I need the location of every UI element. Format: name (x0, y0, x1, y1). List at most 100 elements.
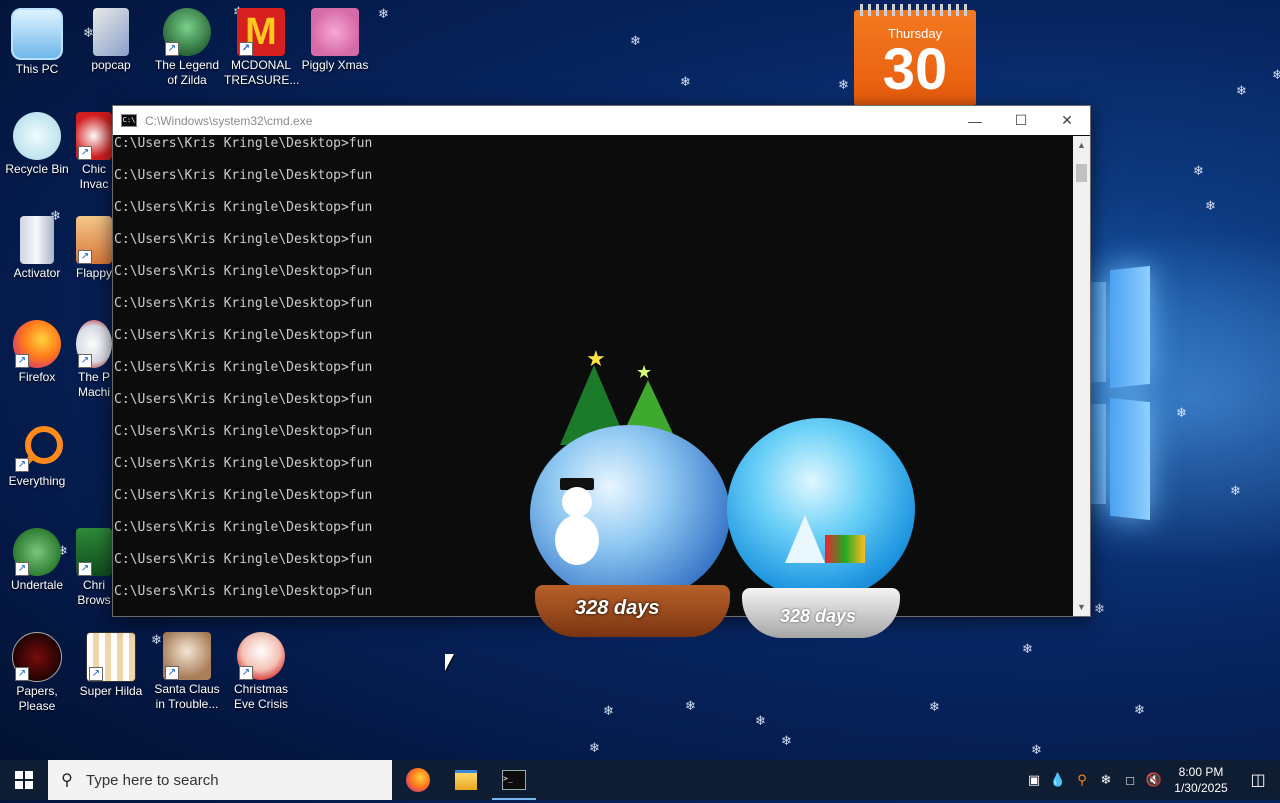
folder-icon (455, 770, 477, 790)
snowflake-icon: ❄ (378, 7, 389, 22)
snowflake-icon: ❄ (680, 75, 691, 90)
pig-icon (311, 8, 359, 56)
clock-time: 8:00 PM (1178, 765, 1224, 779)
undertale-icon: ↗ (13, 528, 61, 576)
desktop-icon-christmas-browser[interactable]: ↗ Chri Brows (74, 528, 114, 608)
tray-droplet-icon[interactable]: 💧 (1046, 772, 1070, 788)
tray-app-icon[interactable]: ▣ (1022, 772, 1046, 788)
popcap-folder-icon (93, 8, 129, 56)
close-button[interactable]: ✕ (1044, 106, 1090, 135)
calendar-gadget[interactable]: Thursday 30 (854, 4, 976, 106)
snowflake-icon: ❄ (838, 78, 849, 93)
cmd-line: C:\Users\Kris Kringle\Desktop>fun (114, 264, 373, 279)
desktop-icon-legend-of-zilda[interactable]: ↗ The Legend of Zilda (150, 8, 224, 88)
taskbar: ⚲ Type here to search >_ ▣ 💧 ⚲ ❄ □ 🔇 8:0… (0, 760, 1280, 800)
desktop-icon-super-hilda[interactable]: ↗ Super Hilda (74, 632, 148, 699)
super-hilda-icon: ↗ (86, 632, 136, 682)
scroll-up-arrow-icon[interactable]: ▲ (1073, 138, 1090, 152)
cmd-app-icon: C:\ (121, 114, 137, 127)
start-button[interactable] (0, 760, 48, 800)
taskbar-file-explorer[interactable] (442, 760, 490, 800)
snowflake-icon: ❄ (589, 741, 600, 756)
desktop-icon-santa-claus-in-trouble[interactable]: ↗ Santa Claus in Trouble... (150, 632, 224, 712)
snowflake-icon: ❄ (603, 704, 614, 719)
santa-face-icon: ↗ (237, 632, 285, 680)
days-counter-right: 328 days (780, 606, 857, 626)
cmd-line: C:\Users\Kris Kringle\Desktop>fun (114, 168, 373, 183)
snowman-head (562, 487, 592, 517)
snowflake-icon: ❄ (1236, 84, 1247, 99)
volume-muted-icon[interactable]: 🔇 (1142, 772, 1166, 788)
snow-globe-right (727, 418, 915, 600)
taskbar-search-box[interactable]: ⚲ Type here to search (48, 760, 392, 800)
mcdonalds-logo-icon: M ↗ (237, 8, 285, 56)
tray-everything-search-icon[interactable]: ⚲ (1070, 772, 1094, 788)
snowflake-icon: ❄ (1205, 199, 1216, 214)
desktop-icon-mcdonald-treasure[interactable]: M ↗ MCDONAL TREASURE... (224, 8, 299, 88)
christmas-tree-icon: ↗ (76, 528, 112, 576)
snowflake-icon: ❄ (685, 699, 696, 714)
snow-globe-left (530, 425, 730, 603)
scroll-down-arrow-icon[interactable]: ▼ (1073, 600, 1090, 614)
star-icon: ★ (636, 362, 653, 382)
firefox-icon (406, 768, 430, 792)
snowflake-icon: ❄ (1094, 602, 1105, 617)
recycle-bin-icon (13, 112, 61, 160)
cmd-scrollbar[interactable]: ▲ ▼ (1073, 136, 1090, 616)
snowflake-icon: ❄ (1272, 68, 1280, 83)
cmd-icon: >_ (502, 770, 526, 790)
desktop-icon-the-p-machine[interactable]: ↗ The P Machi (74, 320, 114, 400)
desktop-icon-everything[interactable]: ↗ Everything (0, 424, 74, 489)
windows-start-icon (15, 771, 33, 789)
cmd-title-bar[interactable]: C:\ C:\Windows\system32\cmd.exe — ☐ ✕ (113, 106, 1090, 135)
snowflake-icon: ❄ (1176, 406, 1187, 421)
gift-boxes-icon (825, 535, 865, 563)
cmd-line: C:\Users\Kris Kringle\Desktop>fun (114, 200, 373, 215)
notification-center-icon[interactable]: ◫ (1236, 770, 1280, 790)
snowflake-icon: ❄ (781, 734, 792, 749)
cmd-line: C:\Users\Kris Kringle\Desktop>fun (114, 136, 373, 151)
flappy-icon: ↗ (76, 216, 112, 264)
search-placeholder: Type here to search (86, 771, 219, 789)
activator-icon (20, 216, 54, 264)
calendar-rings (860, 4, 972, 16)
desktop-icon-christmas-eve-crisis[interactable]: ↗ Christmas Eve Crisis (224, 632, 298, 712)
everything-search-icon: ↗ (13, 424, 63, 472)
tray-snowflake-icon[interactable]: ❄ (1094, 772, 1118, 788)
snowflake-icon: ❄ (755, 714, 766, 729)
calendar-day-number: 30 (882, 37, 948, 102)
desktop-icon-undertale[interactable]: ↗ Undertale (0, 528, 74, 593)
cmd-title: C:\Windows\system32\cmd.exe (145, 113, 313, 128)
snowflake-icon: ❄ (1031, 743, 1042, 758)
snowflake-icon: ❄ (1230, 484, 1241, 499)
mouse-cursor-icon (445, 654, 454, 671)
machine-icon: ↗ (76, 320, 112, 368)
star-icon: ★ (586, 346, 606, 371)
cmd-line: C:\Users\Kris Kringle\Desktop>fun (114, 296, 373, 311)
scrollbar-thumb[interactable] (1076, 164, 1087, 182)
desktop-icon-chicken-invaders[interactable]: ↗ Chic Invac (74, 112, 114, 192)
desktop-icon-popcap[interactable]: popcap (74, 8, 148, 73)
snowman-body (555, 515, 599, 565)
days-counter-left: 328 days (575, 597, 660, 619)
maximize-button[interactable]: ☐ (998, 106, 1044, 135)
desktop-icon-recycle-bin[interactable]: Recycle Bin (0, 112, 74, 177)
minimize-button[interactable]: — (952, 106, 998, 135)
desktop-icon-piggly-xmas[interactable]: Piggly Xmas (298, 8, 372, 73)
taskbar-cmd[interactable]: >_ (490, 760, 538, 800)
desktop-icon-flappy[interactable]: ↗ Flappy (74, 216, 114, 281)
desktop-icon-papers-please[interactable]: ↗ Papers, Please (0, 632, 74, 714)
snowflake-icon: ❄ (630, 34, 641, 49)
network-icon[interactable]: □ (1118, 773, 1142, 788)
computer-icon (11, 8, 63, 60)
taskbar-firefox[interactable] (394, 760, 442, 800)
desktop-icon-firefox[interactable]: ↗ Firefox (0, 320, 74, 385)
desktop-icon-this-pc[interactable]: This PC (0, 8, 74, 77)
snowflake-icon: ❄ (929, 700, 940, 715)
firefox-icon: ↗ (13, 320, 61, 368)
snowflake-icon: ❄ (1193, 164, 1204, 179)
desktop-icon-activator[interactable]: Activator (0, 216, 74, 281)
snowy-tree-decoration (785, 515, 825, 563)
chicken-icon: ↗ (76, 112, 112, 160)
taskbar-clock[interactable]: 8:00 PM 1/30/2025 (1166, 764, 1236, 796)
